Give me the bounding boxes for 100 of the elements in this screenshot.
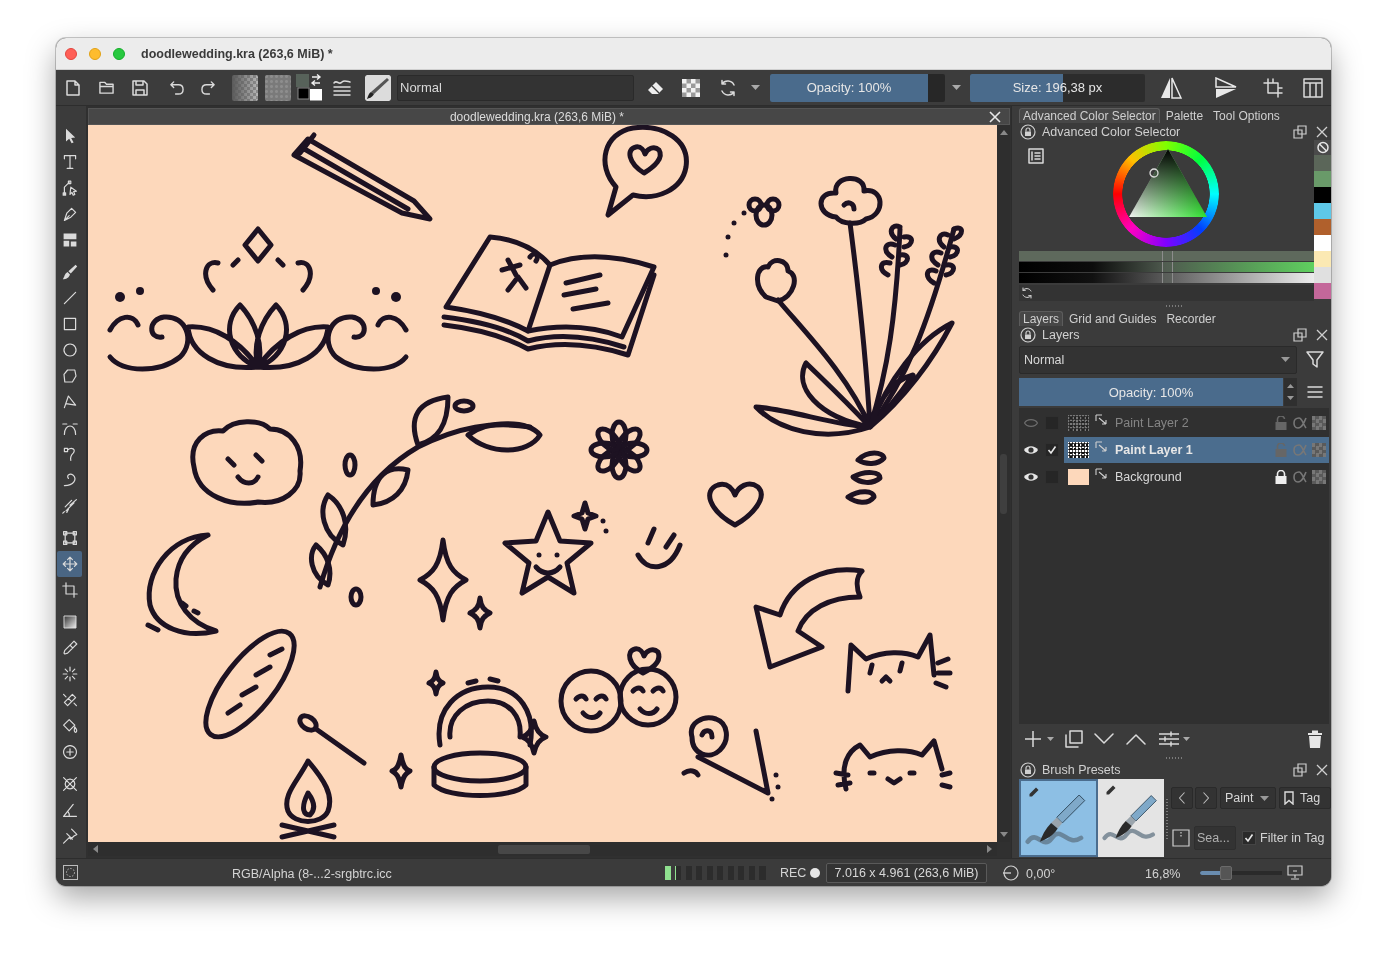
color-swatch[interactable] <box>1314 171 1331 187</box>
color-swatch[interactable] <box>1314 187 1331 203</box>
color-swatch[interactable] <box>1314 155 1331 171</box>
color-slider[interactable] <box>1019 262 1314 272</box>
picker-ring-icon[interactable] <box>1149 168 1159 178</box>
scroll-right-arrow-icon[interactable] <box>987 845 992 853</box>
alpha-lock-icon[interactable] <box>1293 416 1307 429</box>
docker-tab[interactable]: Recorder <box>1162 311 1220 326</box>
trash-icon[interactable] <box>1307 730 1323 748</box>
add-icon[interactable] <box>1025 731 1041 747</box>
color-swatch[interactable] <box>1314 235 1331 251</box>
image-size-button[interactable]: 7.016 x 4.961 (263,6 MiB) <box>826 862 987 883</box>
close-icon[interactable] <box>1316 328 1328 341</box>
layer-row[interactable]: Paint Layer 2 <box>1064 409 1329 436</box>
docker-tab[interactable]: Grid and Guides <box>1065 311 1161 326</box>
tool-button[interactable] <box>57 551 82 577</box>
layer-checkbox[interactable] <box>1045 442 1059 457</box>
slider-thumb[interactable] <box>1161 251 1173 261</box>
record-dot-icon[interactable] <box>810 867 821 878</box>
docker-tab[interactable]: Layers <box>1019 311 1064 326</box>
properties-icon[interactable] <box>1159 731 1179 747</box>
refresh-icon[interactable] <box>719 78 737 97</box>
gradient-swatch-icon[interactable] <box>232 74 258 101</box>
slider-thumb[interactable] <box>1161 273 1173 283</box>
close-icon[interactable] <box>1316 763 1328 776</box>
eye-icon[interactable] <box>1023 471 1039 482</box>
eye-icon[interactable] <box>1023 444 1039 455</box>
alpha-lock-icon[interactable] <box>1293 470 1307 483</box>
selection-icon[interactable] <box>63 865 78 880</box>
layer-row[interactable]: Background <box>1064 463 1329 490</box>
lock-icon[interactable] <box>1020 326 1036 343</box>
color-slider[interactable] <box>1019 273 1314 283</box>
undo-icon[interactable] <box>169 80 184 95</box>
tag-button[interactable]: Tag <box>1279 787 1331 809</box>
rotation-icon[interactable] <box>1003 864 1019 881</box>
caret-icon[interactable] <box>952 85 961 90</box>
closed-eye-icon[interactable] <box>1023 417 1039 428</box>
brush-preset-tile[interactable] <box>1019 779 1098 857</box>
chevron-up-icon[interactable] <box>1126 733 1146 745</box>
color-triangle[interactable] <box>1129 149 1207 217</box>
splitter-handle[interactable] <box>1166 305 1184 307</box>
slider-thumb[interactable] <box>1161 262 1173 272</box>
tag-dropdown[interactable]: Paint <box>1220 787 1276 809</box>
inherit-alpha-icon[interactable] <box>1312 415 1326 430</box>
chevron-down-icon[interactable] <box>1094 733 1114 745</box>
slider-thumb[interactable] <box>1220 865 1233 880</box>
duplicate-icon[interactable] <box>1065 730 1083 748</box>
size-slider[interactable]: Size: 196,38 px <box>970 73 1145 102</box>
drawing-canvas[interactable] <box>88 125 997 842</box>
window-close-button[interactable] <box>65 47 77 60</box>
monitor-icon[interactable] <box>1287 865 1303 880</box>
color-swatch[interactable] <box>1314 283 1331 299</box>
new-document-icon[interactable] <box>66 79 80 96</box>
close-icon[interactable] <box>1316 125 1328 138</box>
horizontal-mirror-icon[interactable] <box>1160 76 1182 99</box>
folder-icon[interactable] <box>99 80 114 95</box>
lock-icon[interactable] <box>1020 761 1036 778</box>
opacity-slider[interactable]: Opacity: 100% <box>770 73 928 102</box>
caret-icon[interactable] <box>1183 737 1190 741</box>
caret-icon[interactable] <box>1047 737 1054 741</box>
brush-preset-icon[interactable] <box>365 74 391 101</box>
checkerboard-icon[interactable] <box>682 78 700 97</box>
list-settings-icon[interactable] <box>1028 148 1044 164</box>
color-swatch[interactable] <box>1314 267 1331 283</box>
previous-button[interactable] <box>1171 787 1193 809</box>
color-swatches-icon[interactable] <box>296 74 323 101</box>
no-color-icon[interactable] <box>1314 140 1331 155</box>
scrollbar-thumb[interactable] <box>498 844 590 854</box>
color-swatch[interactable] <box>1314 219 1331 235</box>
splitter-handle[interactable] <box>1166 756 1184 759</box>
scroll-left-arrow-icon[interactable] <box>93 845 98 853</box>
lock-icon[interactable] <box>1020 123 1036 140</box>
spin-arrows-icon[interactable] <box>1284 378 1297 406</box>
filter-icon[interactable] <box>1306 350 1324 369</box>
blend-mode-dropdown[interactable]: Normal <box>397 74 634 101</box>
vertical-mirror-icon[interactable] <box>1215 76 1237 99</box>
document-tab[interactable]: doodlewedding.kra (263,6 MiB) * <box>88 108 1010 125</box>
save-icon[interactable] <box>132 79 148 96</box>
docker-tab[interactable]: Tool Options <box>1209 108 1284 123</box>
float-icon[interactable] <box>1293 124 1307 139</box>
dotted-square-icon[interactable] <box>1172 829 1190 847</box>
filter-checkbox[interactable] <box>1242 831 1256 845</box>
blend-mode-dropdown[interactable]: Normal <box>1019 345 1297 374</box>
float-icon[interactable] <box>1293 762 1307 777</box>
lock-icon[interactable] <box>1275 469 1287 484</box>
next-button[interactable] <box>1195 787 1217 809</box>
brush-preset-tile[interactable] <box>1098 779 1164 857</box>
refresh-icon[interactable] <box>1021 287 1033 299</box>
caret-icon[interactable] <box>751 85 760 90</box>
redo-icon[interactable] <box>201 80 216 95</box>
inherit-alpha-icon[interactable] <box>1312 469 1326 484</box>
docker-tab[interactable]: Palette <box>1161 108 1208 123</box>
brush-settings-icon[interactable] <box>333 78 351 97</box>
pattern-swatch-icon[interactable] <box>265 74 291 101</box>
close-icon[interactable] <box>989 111 1001 123</box>
opacity-slider[interactable]: Opacity: 100% <box>1019 378 1283 406</box>
crop-corners-icon[interactable] <box>1263 77 1283 98</box>
color-swatch[interactable] <box>1314 203 1331 219</box>
menu-icon[interactable] <box>1306 383 1324 401</box>
docker-tab[interactable]: Advanced Color Selector <box>1019 108 1160 123</box>
